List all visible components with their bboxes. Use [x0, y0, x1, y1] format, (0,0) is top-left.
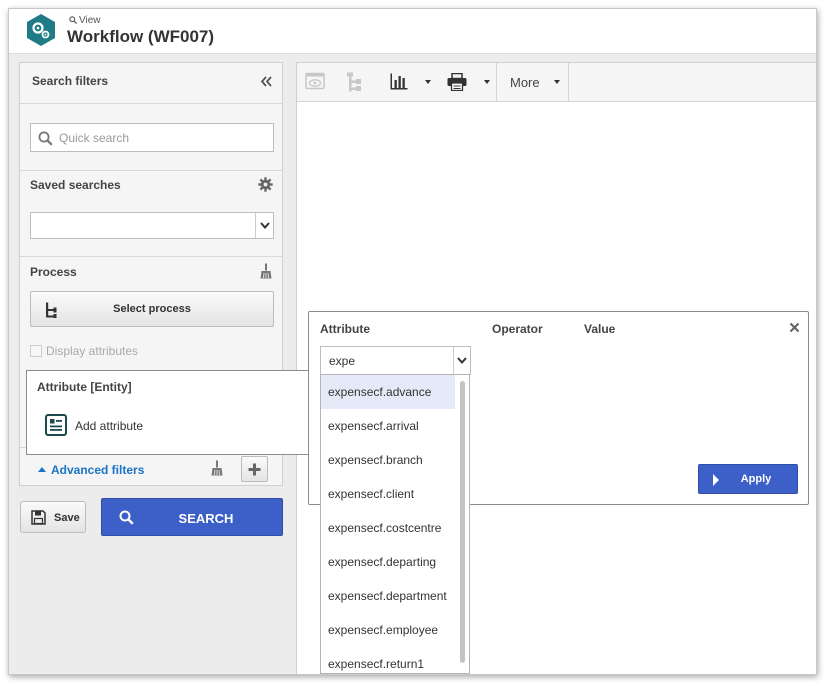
add-attribute-label: Add attribute [75, 419, 144, 433]
collapse-double-chevron-icon[interactable] [260, 76, 273, 87]
floppy-disk-icon [31, 510, 46, 525]
app-window: View Workflow (WF007) Search filters Sav… [8, 8, 817, 675]
page-header: View Workflow (WF007) [9, 9, 816, 54]
attribute-entity-popup: Attribute [Entity] Add attribute [26, 370, 316, 455]
view-label-text: View [79, 15, 101, 26]
more-menu-caret-icon[interactable] [554, 80, 560, 84]
attribute-combobox[interactable]: expe [320, 346, 471, 375]
search-button[interactable]: SEARCH [101, 498, 283, 536]
select-process-label: Select process [113, 303, 191, 315]
list-item[interactable]: expensecf.employee [321, 613, 455, 647]
list-item[interactable]: expensecf.department [321, 579, 455, 613]
list-item[interactable]: expensecf.advance [321, 375, 455, 409]
divider [20, 170, 282, 171]
list-scrollbar[interactable] [460, 381, 465, 663]
operator-column-header: Operator [492, 322, 543, 336]
value-column-header: Value [584, 322, 616, 336]
more-menu-button[interactable]: More [510, 75, 540, 90]
clear-broom-icon[interactable] [260, 263, 272, 279]
print-menu-caret-icon[interactable] [484, 80, 490, 84]
triangle-up-icon [38, 467, 46, 472]
attribute-entity-heading: Attribute [Entity] [37, 380, 132, 394]
add-attribute-item[interactable]: Add attribute [45, 414, 143, 439]
toolbar-separator [496, 63, 497, 101]
apply-label: Apply [740, 473, 772, 485]
list-item[interactable]: expensecf.arrival [321, 409, 455, 443]
page-title: Workflow (WF007) [67, 27, 215, 46]
save-label: Save [54, 512, 80, 524]
search-filters-heading: Search filters [32, 74, 109, 88]
display-attributes-checkbox[interactable] [30, 345, 42, 357]
display-attributes-option[interactable]: Display attributes [30, 344, 138, 358]
quick-search-input[interactable] [57, 130, 262, 146]
apply-button[interactable]: Apply [698, 464, 798, 494]
chevron-down-icon [259, 222, 270, 229]
attribute-column-header: Attribute [320, 322, 370, 336]
close-icon[interactable] [789, 322, 800, 333]
printer-icon[interactable] [447, 73, 467, 91]
saved-searches-select[interactable] [30, 212, 274, 239]
list-item[interactable]: expensecf.return1 [321, 647, 455, 673]
save-button[interactable]: Save [20, 501, 86, 533]
attribute-form-icon [45, 414, 67, 436]
chart-menu-caret-icon[interactable] [425, 80, 431, 84]
clear-broom-icon[interactable] [211, 460, 223, 476]
chevron-down-icon [457, 357, 467, 364]
advanced-filters-toggle[interactable]: Advanced filters [38, 463, 144, 477]
list-item[interactable]: expensecf.branch [321, 443, 455, 477]
process-heading: Process [30, 265, 77, 279]
results-toolbar: More [297, 63, 816, 102]
hierarchy-icon[interactable] [346, 72, 362, 92]
dropdown-arrow[interactable] [255, 213, 273, 238]
more-label: More [510, 75, 540, 90]
chart-icon[interactable] [390, 73, 408, 90]
divider [20, 256, 282, 257]
saved-searches-heading: Saved searches [30, 178, 121, 192]
dropdown-arrow[interactable] [453, 347, 470, 374]
quick-search-box[interactable] [30, 123, 274, 152]
workflow-logo-icon [27, 14, 55, 46]
attribute-suggestions-list: expensecf.advance expensecf.arrival expe… [320, 374, 470, 674]
list-item[interactable]: expensecf.departing [321, 545, 455, 579]
gear-icon[interactable] [258, 177, 273, 192]
list-item[interactable]: expensecf.client [321, 477, 455, 511]
add-filter-button[interactable] [241, 456, 268, 482]
toolbar-separator [568, 63, 569, 101]
view-label: View [69, 15, 101, 26]
attribute-input-value: expe [329, 354, 356, 368]
view-icon[interactable] [305, 72, 325, 91]
list-item[interactable]: expensecf.costcentre [321, 511, 455, 545]
select-process-button[interactable]: Select process [30, 291, 274, 327]
display-attributes-label: Display attributes [46, 344, 139, 358]
advanced-filters-label: Advanced filters [51, 463, 145, 477]
magnifier-icon [69, 16, 78, 25]
search-label: SEARCH [178, 511, 234, 526]
search-icon [38, 131, 53, 146]
divider [20, 103, 282, 104]
plus-icon [248, 463, 261, 475]
